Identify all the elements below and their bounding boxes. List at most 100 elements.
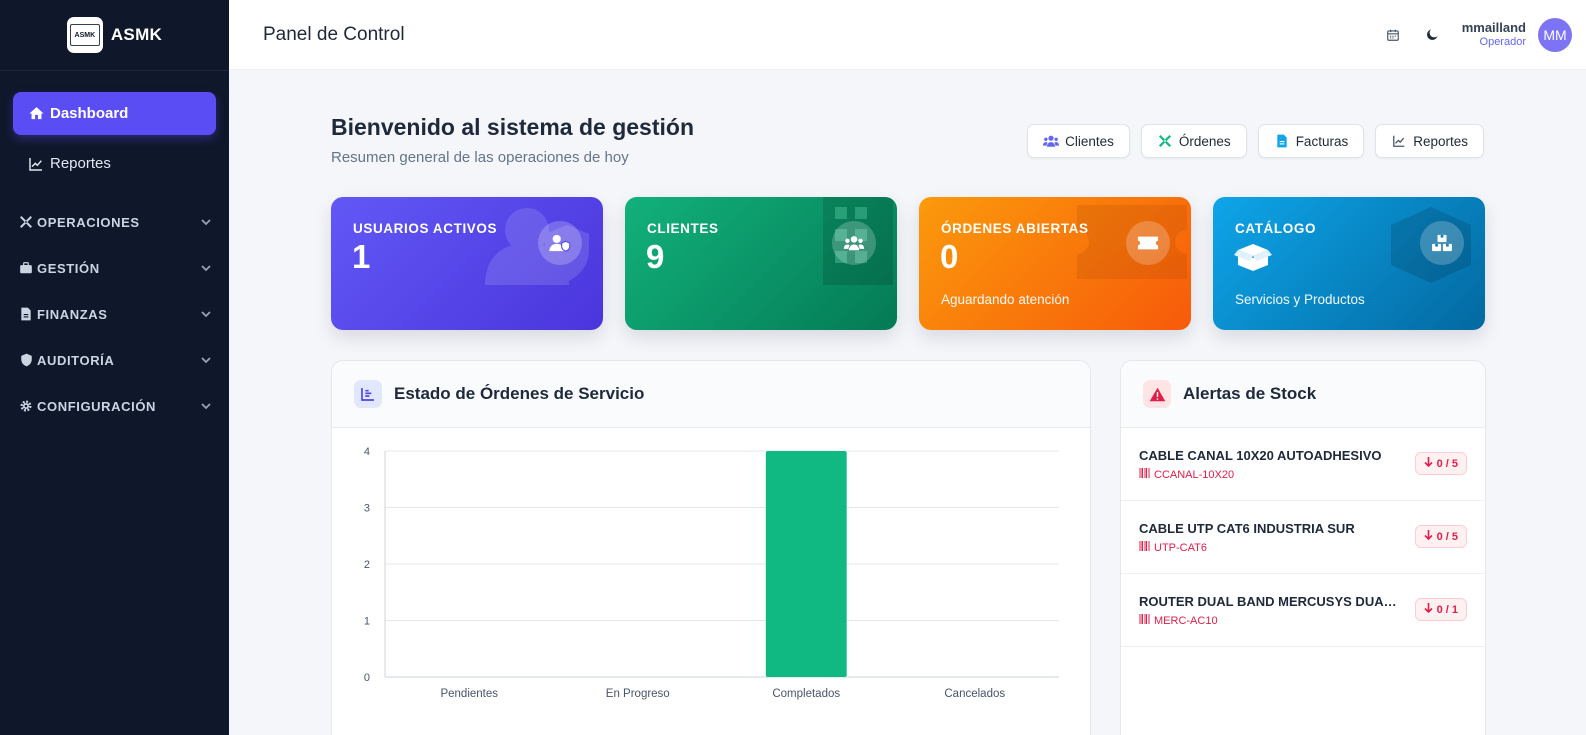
facturas-label: Facturas [1295, 133, 1349, 149]
quick-actions: Clientes Órdenes Facturas Reportes [1027, 124, 1484, 158]
sidebar-group-gestion[interactable]: GESTIÓN [0, 245, 229, 291]
arrow-down-icon [1424, 457, 1433, 470]
avatar[interactable]: MM [1538, 17, 1572, 52]
chart-bar-icon [354, 380, 382, 408]
boxes-icon [1420, 221, 1464, 265]
x-tick-label: Completados [772, 688, 840, 700]
stock-alert-item[interactable]: CABLE CANAL 10X20 AUTOADHESIVO CCANAL-10… [1121, 428, 1485, 501]
y-tick-label: 4 [364, 446, 370, 458]
stock-alert-item[interactable]: CABLE UTP CAT6 INDUSTRIA SUR UTP-CAT6 0 … [1121, 501, 1485, 574]
stat-value: 1 [352, 238, 371, 275]
sidebar-item-reportes[interactable]: Reportes [13, 142, 216, 185]
arrow-down-icon [1424, 530, 1433, 543]
warning-icon [1143, 380, 1171, 408]
y-tick-label: 3 [364, 503, 370, 515]
sidebar-item-label: Dashboard [50, 105, 129, 122]
ordenes-label: Órdenes [1178, 133, 1231, 149]
tools-icon [1157, 133, 1173, 149]
stat-label: CLIENTES [647, 221, 719, 236]
calendar-icon[interactable] [1382, 24, 1404, 46]
topbar: Panel de Control mmailland Operador MM [229, 0, 1586, 70]
stock-alert-item[interactable]: ROUTER DUAL BAND MERCUSYS DUAL AC10 MERC… [1121, 574, 1485, 647]
stat-label: CATÁLOGO [1235, 221, 1317, 236]
box-open-icon [1234, 240, 1272, 280]
gear-icon [18, 398, 34, 414]
y-tick-label: 0 [364, 672, 370, 684]
barcode-icon [1138, 468, 1150, 481]
stock-item-name: CABLE CANAL 10X20 AUTOADHESIVO [1139, 448, 1382, 463]
stat-card-clientes[interactable]: CLIENTES 9 [625, 197, 897, 330]
chevron-down-icon [199, 353, 213, 367]
stock-item-name: CABLE UTP CAT6 INDUSTRIA SUR [1139, 521, 1355, 536]
sidebar-group-label: FINANZAS [37, 306, 108, 322]
orders-chart-card: Estado de Órdenes de Servicio 0 1 2 3 4 Pendi… [331, 360, 1091, 735]
bar [765, 451, 847, 677]
welcome-section: Bienvenido al sistema de gestión Resumen… [331, 114, 694, 166]
sidebar-group-auditoria[interactable]: AUDITORÍA [0, 337, 229, 383]
brand-logo: ASMK [66, 17, 103, 53]
stock-item-code-text: UTP-CAT6 [1154, 541, 1207, 554]
chevron-down-icon [199, 399, 213, 413]
card-header: Alertas de Stock [1121, 361, 1485, 428]
y-tick-label: 2 [364, 559, 370, 571]
file-invoice-icon [18, 306, 34, 322]
sidebar-item-dashboard[interactable]: Dashboard [13, 92, 216, 135]
sidebar-group-label: AUDITORÍA [37, 352, 115, 368]
stat-card-catalogo[interactable]: CATÁLOGO Servicios y Productos [1213, 197, 1485, 330]
stat-card-usuarios[interactable]: USUARIOS ACTIVOS 1 [331, 197, 603, 330]
stat-label: ÓRDENES ABIERTAS [941, 221, 1089, 236]
shield-icon [18, 352, 34, 368]
x-tick-label: Cancelados [944, 688, 1005, 700]
barcode-icon [1138, 541, 1150, 554]
stock-qty: 0 / 5 [1436, 530, 1458, 543]
welcome-subtitle: Resumen general de las operaciones de ho… [331, 149, 629, 166]
y-tick-label: 1 [364, 616, 370, 628]
home-icon [27, 105, 45, 123]
stock-item-code: CCANAL-10X20 [1138, 468, 1234, 481]
users-icon [832, 221, 876, 265]
reportes-button[interactable]: Reportes [1375, 124, 1484, 158]
stat-value: 9 [646, 238, 665, 275]
chart-line-icon [27, 155, 45, 173]
page-title: Panel de Control [263, 23, 405, 45]
stock-qty-badge: 0 / 5 [1414, 452, 1467, 475]
briefcase-icon [18, 260, 34, 276]
stock-item-code: MERC-AC10 [1138, 614, 1218, 627]
users-icon [1043, 133, 1060, 149]
ordenes-button[interactable]: Órdenes [1140, 124, 1247, 158]
moon-icon[interactable] [1422, 24, 1444, 46]
tools-icon [18, 214, 34, 230]
card-title: Estado de Órdenes de Servicio [394, 384, 645, 403]
sidebar-group-label: CONFIGURACIÓN [37, 398, 157, 414]
chart-line-icon [1391, 133, 1407, 149]
stock-alerts-card: Alertas de Stock CABLE CANAL 10X20 AUTOA… [1120, 360, 1486, 735]
sidebar-group-operaciones[interactable]: OPERACIONES [0, 199, 229, 245]
x-tick-label: Pendientes [440, 688, 498, 700]
sidebar-group-configuracion[interactable]: CONFIGURACIÓN [0, 383, 229, 429]
chevron-down-icon [199, 307, 213, 321]
clientes-button[interactable]: Clientes [1027, 124, 1130, 158]
stock-item-code-text: MERC-AC10 [1154, 614, 1218, 627]
brand[interactable]: ASMK ASMK [0, 0, 229, 71]
user-info[interactable]: mmailland Operador [1461, 19, 1526, 49]
facturas-button[interactable]: Facturas [1257, 124, 1365, 158]
user-name: mmailland [1461, 19, 1526, 35]
brand-logo-text: ASMK [69, 24, 100, 46]
stock-qty: 0 / 1 [1436, 603, 1458, 616]
barcode-icon [1138, 614, 1150, 627]
stat-sub: Servicios y Productos [1235, 292, 1365, 307]
sidebar: ASMK ASMK Dashboard Reportes OPERACIONES [0, 0, 229, 735]
file-invoice-icon [1274, 133, 1290, 149]
stat-card-ordenes[interactable]: ÓRDENES ABIERTAS 0 Aguardando atención [919, 197, 1191, 330]
user-shield-icon [538, 221, 582, 265]
clientes-label: Clientes [1065, 133, 1114, 149]
stat-value: 0 [940, 238, 959, 275]
card-header: Estado de Órdenes de Servicio [332, 361, 1090, 428]
brand-name: ASMK [110, 25, 163, 44]
x-tick-label: En Progreso [606, 688, 670, 700]
sidebar-group-finanzas[interactable]: FINANZAS [0, 291, 229, 337]
sidebar-group-label: GESTIÓN [37, 260, 100, 276]
stat-label: USUARIOS ACTIVOS [353, 221, 498, 236]
stock-item-name: ROUTER DUAL BAND MERCUSYS DUAL AC10 [1139, 594, 1401, 609]
stat-sub: Aguardando atención [941, 292, 1070, 307]
